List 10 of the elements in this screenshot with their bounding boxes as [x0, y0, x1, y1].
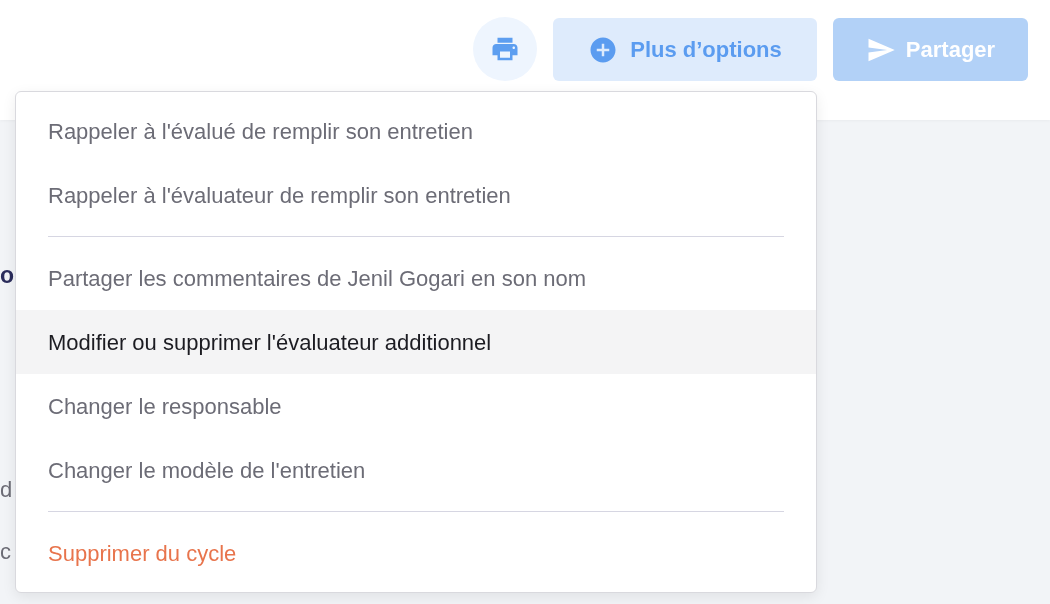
page-text: d: [0, 476, 13, 504]
menu-item[interactable]: Partager les commentaires de Jenil Gogari en son nom: [16, 246, 816, 310]
page-heading: o: [0, 261, 15, 290]
menu-item[interactable]: Rappeler à l'évalué de remplir son entretien: [16, 99, 816, 163]
page-text: c: [0, 538, 11, 566]
menu-item[interactable]: Changer le modèle de l'entretien: [16, 438, 816, 502]
menu-item[interactable]: Changer le responsable: [16, 374, 816, 438]
menu-item[interactable]: Modifier ou supprimer l'évaluateur additionnel: [16, 310, 816, 374]
menu-item[interactable]: Supprimer du cycle: [16, 521, 816, 585]
menu-item[interactable]: Rappeler à l'évaluateur de remplir son entretien: [16, 163, 816, 227]
